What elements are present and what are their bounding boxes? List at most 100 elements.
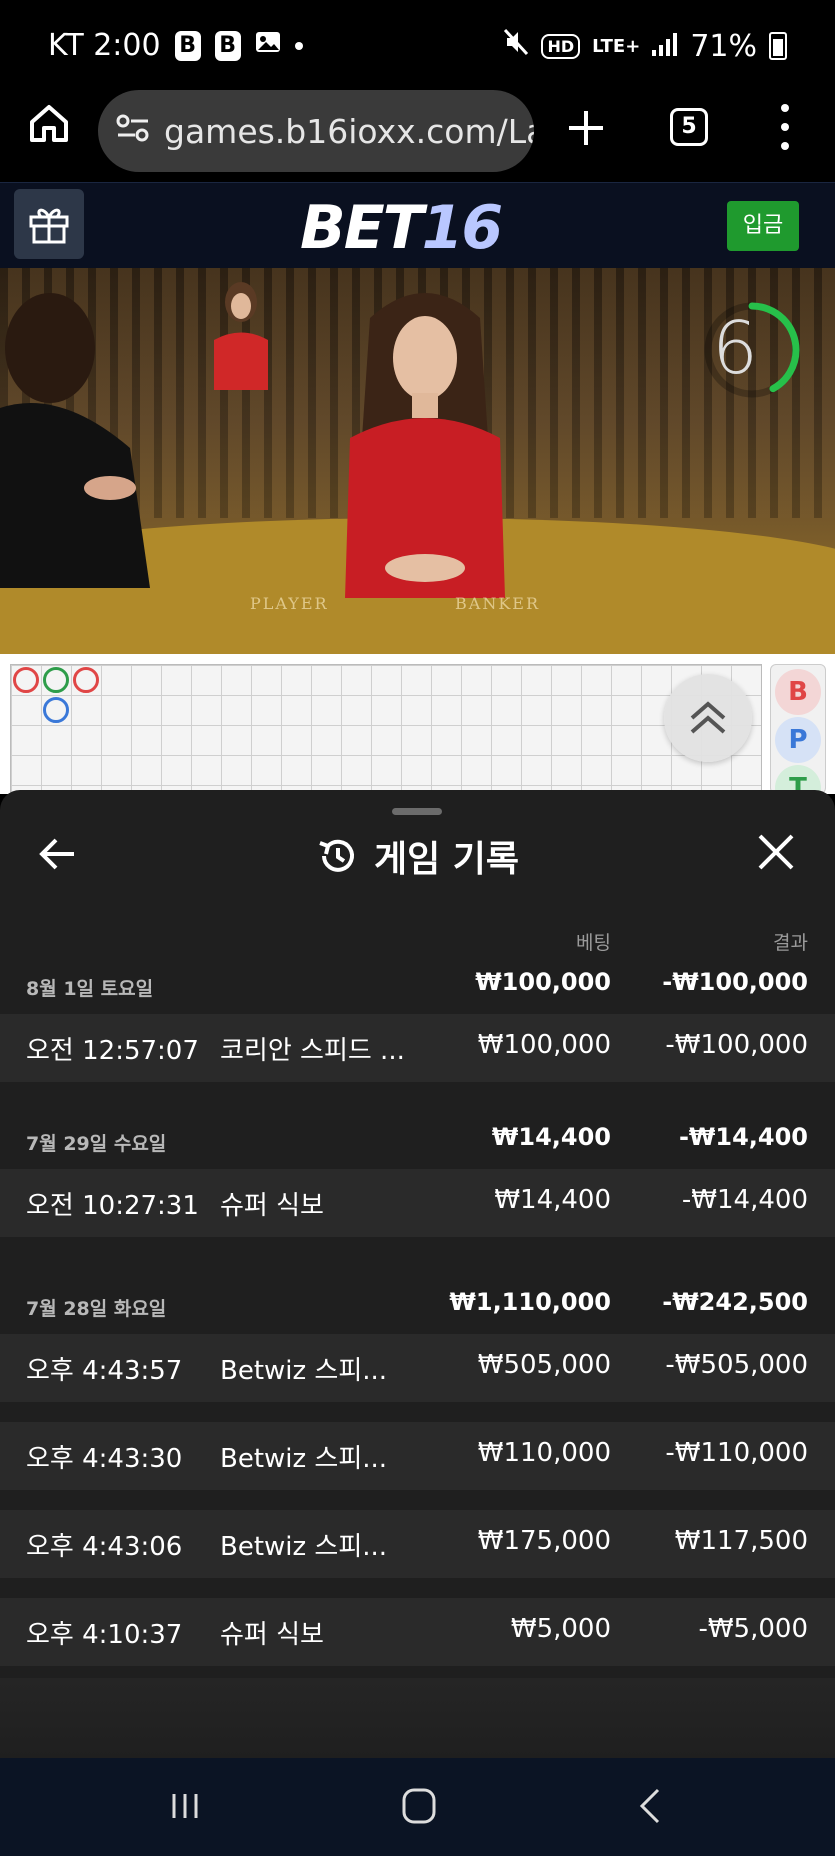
sheet-title: 게임 기록 xyxy=(373,839,519,880)
battery-percent: 71% xyxy=(690,28,757,64)
sheet-drag-handle[interactable] xyxy=(392,808,442,815)
row-result: -₩14,400 xyxy=(681,1185,808,1215)
row-time: 오전 12:57:07 xyxy=(26,1036,199,1066)
home-button[interactable] xyxy=(26,100,72,146)
player-area-label: PLAYER xyxy=(250,594,329,613)
collapse-button[interactable] xyxy=(664,674,752,762)
more-notifications-icon xyxy=(294,41,303,50)
banker-bead xyxy=(13,667,39,693)
tie-bead xyxy=(43,667,69,693)
bead-road-grid xyxy=(10,664,762,794)
hd-voice-icon: HD xyxy=(541,33,581,59)
group-result-total: -₩14,400 xyxy=(678,1123,808,1151)
sheet-header: 게임 기록 xyxy=(0,830,835,882)
side-dealer-figure xyxy=(0,293,150,588)
game-history-sheet: 게임 기록 베팅 결과 8월 1일 토요일 ₩100,000 -₩100,000… xyxy=(0,790,835,1758)
row-game: Betwiz 스피... xyxy=(220,1356,388,1386)
home-nav-icon xyxy=(402,1788,436,1824)
player-bead xyxy=(43,697,69,723)
signal-icon xyxy=(652,29,678,64)
group-bet-total: ₩100,000 xyxy=(475,968,611,996)
row-time: 오후 4:10:37 xyxy=(26,1620,183,1650)
row-time: 오후 4:43:57 xyxy=(26,1356,183,1386)
group-date: 7월 29일 수요일 xyxy=(26,1133,167,1155)
battery-icon xyxy=(769,32,787,60)
recents-icon xyxy=(172,1794,198,1818)
back-nav-icon xyxy=(639,1788,660,1824)
row-result: -₩5,000 xyxy=(698,1614,808,1644)
group-result-total: -₩242,500 xyxy=(662,1288,808,1316)
close-icon xyxy=(758,834,794,870)
row-result: -₩505,000 xyxy=(665,1350,808,1380)
row-result: ₩117,500 xyxy=(674,1526,808,1556)
home-nav-button[interactable] xyxy=(394,1786,444,1826)
browser-menu-button[interactable] xyxy=(778,104,792,150)
history-row[interactable]: 오전 10:27:31 슈퍼 식보 ₩14,400 -₩14,400 xyxy=(0,1169,835,1237)
row-game: 슈퍼 식보 xyxy=(220,1191,324,1221)
carrier-time: KT 2:00 xyxy=(48,28,161,63)
player-count-chip: P xyxy=(775,717,821,763)
status-right: HD LTE+ 71% xyxy=(503,28,787,64)
history-row[interactable]: 오후 4:43:30 Betwiz 스피... ₩110,000 -₩110,0… xyxy=(0,1422,835,1490)
date-group-header: 7월 29일 수요일 ₩14,400 -₩14,400 xyxy=(0,1111,835,1163)
lte-icon: LTE+ xyxy=(592,35,641,57)
column-header-result: 결과 xyxy=(773,932,808,954)
row-time: 오후 4:43:06 xyxy=(26,1532,183,1562)
group-bet-total: ₩1,110,000 xyxy=(449,1288,611,1316)
back-nav-button[interactable] xyxy=(626,1786,676,1826)
countdown-timer: 6 xyxy=(712,306,758,390)
close-button[interactable] xyxy=(756,832,796,872)
site-header: BET16 입금 xyxy=(0,182,835,268)
history-row[interactable]: 오전 12:57:07 코리안 스피드 ... ₩100,000 -₩100,0… xyxy=(0,1014,835,1082)
gift-button[interactable] xyxy=(14,189,84,259)
address-bar[interactable]: games.b16ioxx.com/La xyxy=(98,90,534,172)
row-bet: ₩14,400 xyxy=(494,1185,611,1215)
url-text: games.b16ioxx.com/La xyxy=(164,111,534,151)
app-notification-icon: B xyxy=(214,30,241,61)
group-date: 8월 1일 토요일 xyxy=(26,978,154,1000)
group-date: 7월 28일 화요일 xyxy=(26,1298,167,1320)
group-bet-total: ₩14,400 xyxy=(491,1123,611,1151)
banker-bead xyxy=(73,667,99,693)
system-navigation-bar xyxy=(0,1758,835,1856)
browser-toolbar: games.b16ioxx.com/La 5 xyxy=(0,90,835,182)
partially-visible-row xyxy=(0,1678,835,1758)
history-row[interactable]: 오후 4:43:06 Betwiz 스피... ₩175,000 ₩117,50… xyxy=(0,1510,835,1578)
live-video-stream[interactable]: PLAYER BANKER 6 xyxy=(0,268,835,654)
row-bet: ₩5,000 xyxy=(510,1614,611,1644)
site-logo[interactable]: BET16 xyxy=(300,193,503,263)
status-left: KT 2:00 B B xyxy=(48,28,303,63)
site-settings-icon[interactable] xyxy=(116,113,150,150)
row-game: Betwiz 스피... xyxy=(220,1532,388,1562)
row-time: 오후 4:43:30 xyxy=(26,1444,183,1474)
tab-switcher-button[interactable]: 5 xyxy=(670,108,708,146)
row-bet: ₩110,000 xyxy=(477,1438,611,1468)
history-icon xyxy=(319,839,354,872)
date-group-header: 8월 1일 토요일 ₩100,000 -₩100,000 xyxy=(0,956,835,1008)
double-chevron-up-icon xyxy=(690,701,726,734)
road-summary-column: B P T xyxy=(770,664,826,811)
row-game: Betwiz 스피... xyxy=(220,1444,388,1474)
column-header-bet: 베팅 xyxy=(576,932,611,954)
plus-icon xyxy=(569,111,603,145)
row-time: 오전 10:27:31 xyxy=(26,1191,199,1221)
new-tab-button[interactable] xyxy=(566,94,606,164)
row-bet: ₩100,000 xyxy=(477,1030,611,1060)
row-game: 코리안 스피드 ... xyxy=(220,1036,405,1066)
recent-apps-button[interactable] xyxy=(160,1786,210,1826)
row-result: -₩110,000 xyxy=(665,1438,808,1468)
group-result-total: -₩100,000 xyxy=(662,968,808,996)
date-group-header: 7월 28일 화요일 ₩1,110,000 -₩242,500 xyxy=(0,1276,835,1328)
home-icon xyxy=(30,105,68,142)
back-dealer-figure xyxy=(214,282,268,390)
deposit-button[interactable]: 입금 xyxy=(727,201,799,251)
bead-road: B P T xyxy=(0,654,835,811)
mute-icon xyxy=(503,28,529,64)
history-row[interactable]: 오후 4:43:57 Betwiz 스피... ₩505,000 -₩505,0… xyxy=(0,1334,835,1402)
row-game: 슈퍼 식보 xyxy=(220,1620,324,1650)
dealer-figure xyxy=(345,293,505,598)
history-row[interactable]: 오후 4:10:37 슈퍼 식보 ₩5,000 -₩5,000 xyxy=(0,1598,835,1666)
banker-count-chip: B xyxy=(775,669,821,715)
row-result: -₩100,000 xyxy=(665,1030,808,1060)
row-bet: ₩175,000 xyxy=(477,1526,611,1556)
